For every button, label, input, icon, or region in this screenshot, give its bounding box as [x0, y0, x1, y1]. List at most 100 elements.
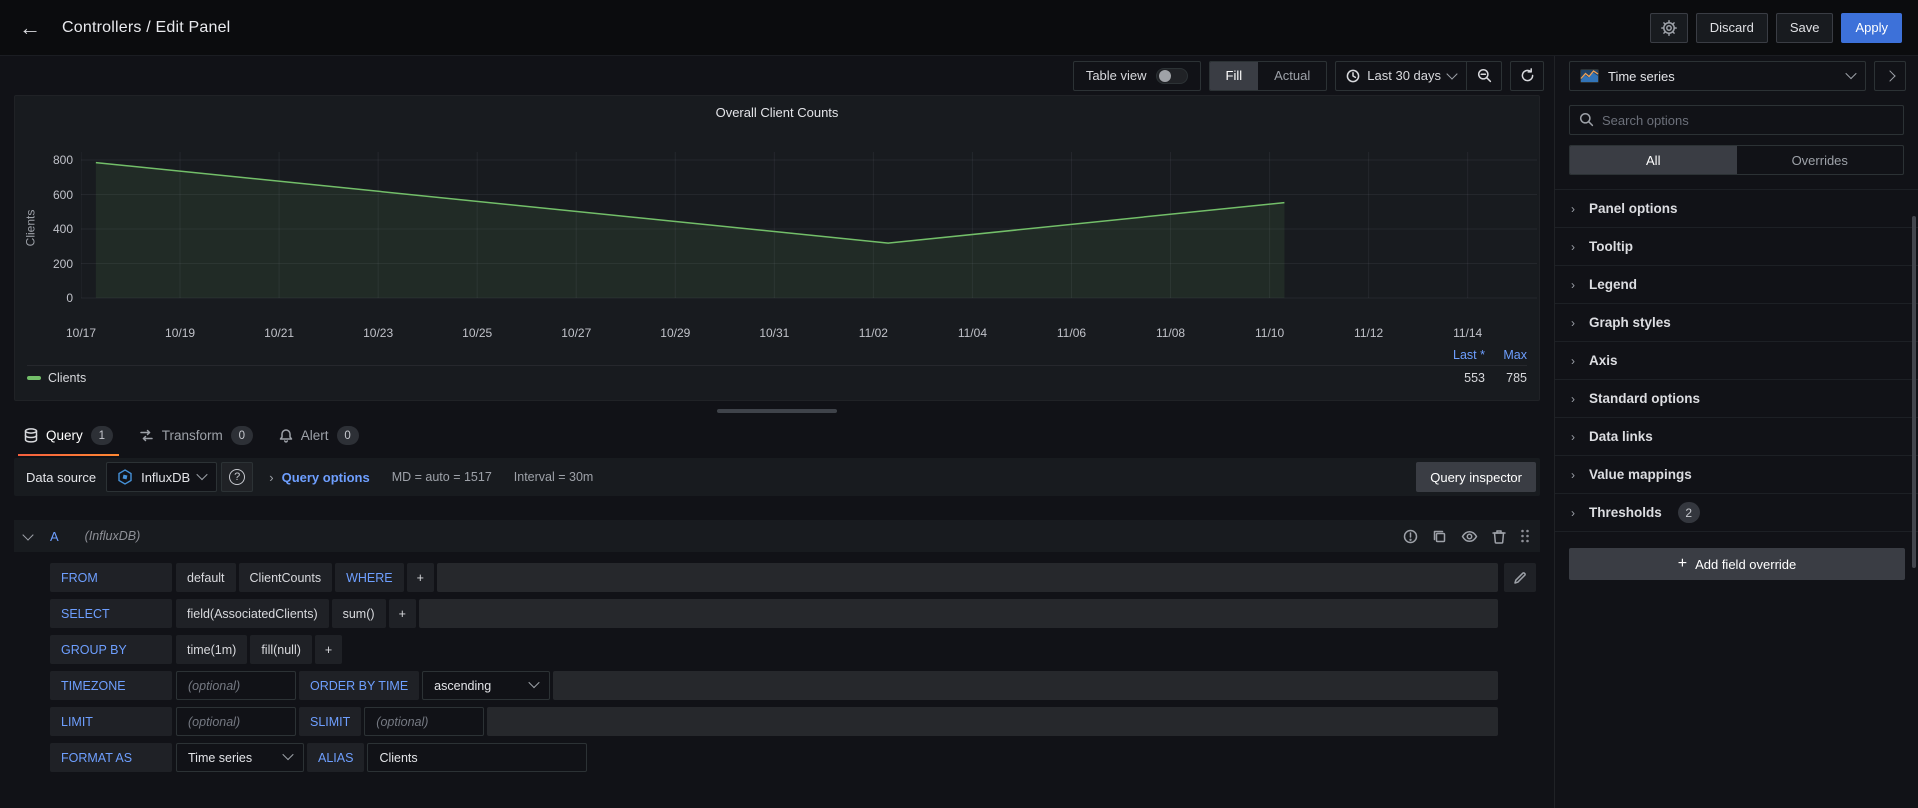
query-segment[interactable]: (optional)	[176, 671, 296, 700]
sidebar-scrollbar[interactable]	[1912, 216, 1916, 568]
y-tick-label: 200	[52, 256, 73, 271]
query-segment[interactable]: fill(null)	[250, 635, 312, 664]
toggle-visibility-button[interactable]	[1461, 529, 1478, 544]
resize-drag-handle[interactable]	[717, 409, 837, 413]
drag-handle-icon[interactable]	[1520, 528, 1530, 544]
query-segment[interactable]: +	[388, 599, 416, 628]
section-data-links[interactable]: › Data links	[1555, 417, 1918, 455]
table-view-toggle-group: Table view	[1072, 60, 1201, 91]
query-options-toggle[interactable]: › Query options	[269, 470, 369, 485]
tab-label: Query	[46, 428, 83, 443]
datasource-help-button[interactable]: ?	[221, 462, 254, 492]
x-tick-label: 11/08	[1155, 326, 1186, 340]
section-standard-options[interactable]: › Standard options	[1555, 379, 1918, 417]
discard-button[interactable]: Discard	[1695, 12, 1768, 43]
chevron-right-icon: ›	[1571, 429, 1575, 444]
x-tick-label: 10/31	[759, 326, 790, 340]
tab-transform[interactable]: Transform 0	[129, 415, 263, 456]
tab-alert[interactable]: Alert 0	[269, 415, 369, 456]
fill-option[interactable]: Fill	[1209, 61, 1259, 90]
query-inspector-button[interactable]: Query inspector	[1416, 462, 1536, 492]
section-value-mappings[interactable]: › Value mappings	[1555, 455, 1918, 493]
tab-query[interactable]: Query 1	[14, 415, 123, 456]
query-segment[interactable]: FORMAT AS	[50, 743, 172, 772]
plot-area[interactable]: 10/17 10/19 10/21 10/23 10/25 10/27 10/29 10/31…	[66, 134, 1537, 346]
delete-query-button[interactable]	[1492, 529, 1506, 544]
chevron-right-icon: ›	[1571, 391, 1575, 406]
duplicate-query-button[interactable]	[1432, 529, 1447, 544]
section-graph-styles[interactable]: › Graph styles	[1555, 303, 1918, 341]
toggle-text-edit-button[interactable]	[1504, 563, 1536, 592]
x-tick-label: 11/06	[1056, 326, 1087, 340]
section-tooltip[interactable]: › Tooltip	[1555, 227, 1918, 265]
query-segment[interactable]: time(1m)	[176, 635, 248, 664]
query-segment[interactable]: default	[176, 563, 236, 592]
tab-label: Alert	[300, 428, 329, 443]
zoom-out-icon	[1477, 68, 1491, 83]
collapse-chevron-icon[interactable]	[22, 528, 34, 541]
query-segment[interactable]: +	[406, 563, 434, 592]
section-panel-options[interactable]: › Panel options	[1555, 189, 1918, 227]
query-segment[interactable]: (optional)	[364, 707, 485, 736]
query-segment[interactable]: LIMIT	[50, 707, 172, 736]
save-button[interactable]: Save	[1775, 12, 1834, 43]
x-tick-label: 11/02	[858, 326, 888, 340]
actual-option[interactable]: Actual	[1258, 62, 1326, 90]
query-help-button[interactable]	[1403, 529, 1418, 544]
filter-overrides-option[interactable]: Overrides	[1737, 146, 1904, 174]
section-legend[interactable]: › Legend	[1555, 265, 1918, 303]
query-segment[interactable]: WHERE	[335, 563, 404, 592]
time-range-button[interactable]: Last 30 days	[1336, 62, 1466, 90]
datasource-row: Data source InfluxDB ? › Query options M…	[14, 458, 1540, 496]
query-segment[interactable]: Clients	[367, 743, 588, 772]
datasource-picker[interactable]: InfluxDB	[106, 462, 218, 492]
query-segment[interactable]: field(AssociatedClients)	[176, 599, 329, 628]
section-axis[interactable]: › Axis	[1555, 341, 1918, 379]
back-arrow-icon[interactable]: ←	[14, 12, 46, 44]
query-segment[interactable]: SLIMIT	[299, 707, 362, 736]
section-thresholds[interactable]: › Thresholds 2	[1555, 493, 1918, 531]
chevron-right-icon: ›	[1571, 505, 1575, 520]
panel-settings-button[interactable]	[1649, 12, 1688, 43]
query-segment[interactable]: GROUP BY	[50, 635, 172, 664]
query-segment[interactable]: (optional)	[176, 707, 296, 736]
query-segment[interactable]: Time series	[176, 743, 304, 772]
tab-counter-badge: 0	[336, 426, 359, 445]
refresh-button[interactable]	[1510, 60, 1544, 91]
filter-all-option[interactable]: All	[1570, 146, 1737, 174]
legend-calc-last[interactable]: Last *	[1433, 348, 1485, 362]
x-tick-label: 11/12	[1354, 326, 1384, 340]
query-segment[interactable]: ascending	[422, 671, 551, 700]
visualization-picker[interactable]: Time series	[1569, 61, 1866, 91]
options-sections: › Panel options › Tooltip › Legend › Graph styl…	[1555, 189, 1918, 532]
table-view-switch[interactable]	[1155, 67, 1188, 84]
chevron-down-icon	[1845, 67, 1857, 79]
toggle-options-pane-button[interactable]	[1874, 61, 1906, 91]
influxdb-logo-icon	[118, 469, 132, 485]
query-segment[interactable]: FROM	[50, 563, 172, 592]
x-tick-label: 11/14	[1453, 326, 1483, 340]
query-ref-id[interactable]: A	[50, 529, 59, 544]
query-segment[interactable]: ALIAS	[307, 743, 365, 772]
query-segment[interactable]: ClientCounts	[238, 563, 333, 592]
visualization-name: Time series	[1608, 68, 1675, 84]
query-segment[interactable]: SELECT	[50, 599, 172, 628]
section-label: Graph styles	[1589, 315, 1671, 330]
formatas-row: FORMAT AS Time series ALIAS Clients	[50, 743, 1540, 772]
legend-calc-max[interactable]: Max	[1485, 348, 1527, 362]
timezone-row: TIMEZONE (optional) ORDER BY TIME ascending	[50, 671, 1540, 700]
y-tick-label: 0	[66, 291, 73, 305]
add-field-override-button[interactable]: + Add field override	[1569, 548, 1905, 580]
series-color-swatch[interactable]	[27, 376, 41, 380]
zoom-out-time-button[interactable]	[1467, 62, 1501, 90]
from-row: FROM default ClientCounts WHERE +	[50, 563, 1540, 592]
query-segment[interactable]: ORDER BY TIME	[299, 671, 420, 700]
options-search-input[interactable]	[1569, 105, 1904, 135]
time-series-viz-icon	[1580, 69, 1599, 83]
top-nav: ← Controllers / Edit Panel Discard Save	[0, 0, 1918, 56]
apply-button[interactable]: Apply	[1841, 12, 1902, 43]
legend-series-name[interactable]: Clients	[48, 371, 86, 385]
query-segment[interactable]: sum()	[331, 599, 386, 628]
query-segment[interactable]: +	[314, 635, 343, 664]
query-segment[interactable]: TIMEZONE	[50, 671, 172, 700]
